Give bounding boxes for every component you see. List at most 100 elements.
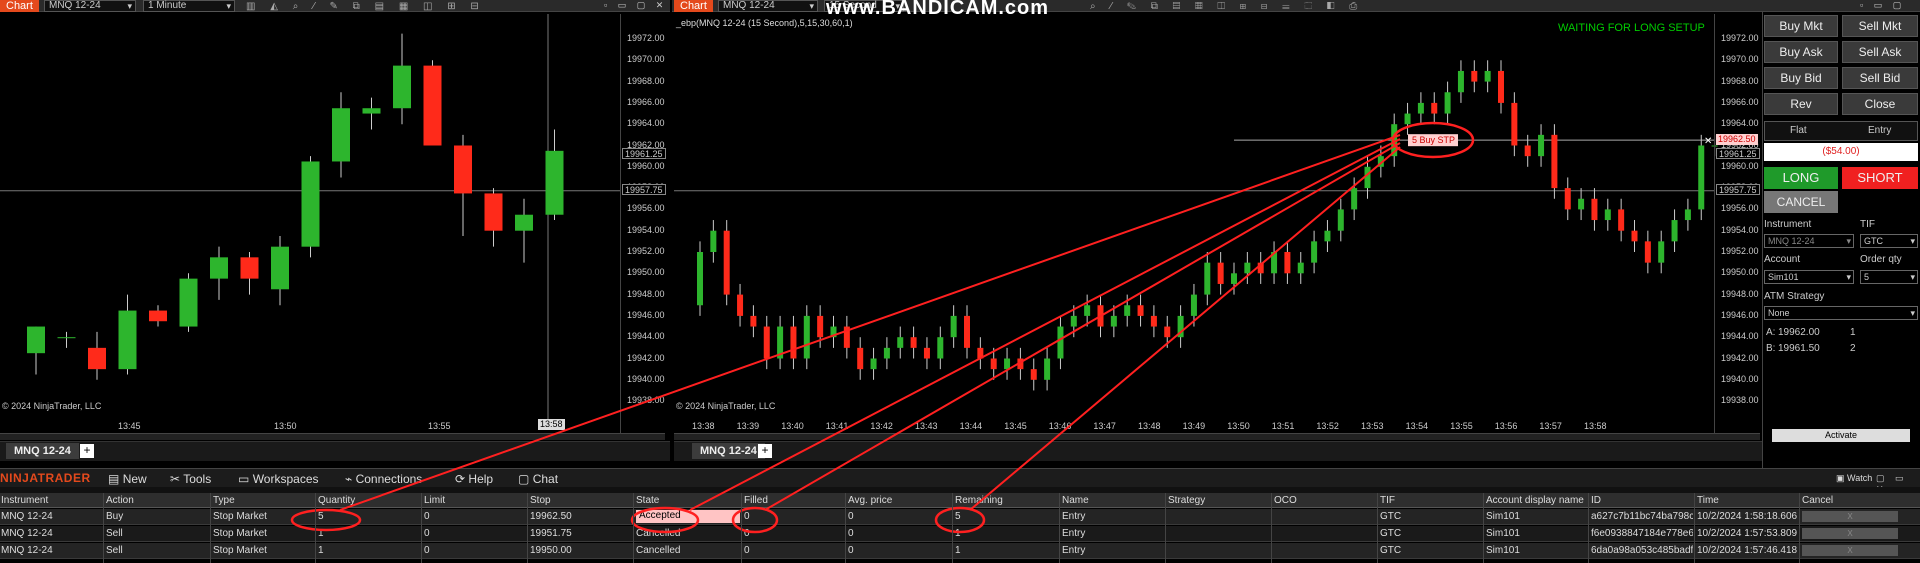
- left-candlestick-chart[interactable]: [0, 14, 670, 434]
- menu-tools[interactable]: ✂ Tools: [170, 472, 211, 486]
- tif-select[interactable]: GTC: [1860, 234, 1918, 248]
- column-header[interactable]: Instrument: [1, 495, 48, 506]
- right-y-tick: 19956.00: [1721, 203, 1759, 214]
- order-row[interactable]: MNQ 12-24 Sell Stop Market 1 0 19950.00 Cancel…: [0, 543, 1920, 559]
- right-instrument-select[interactable]: MNQ 12-24: [718, 0, 818, 12]
- left-x-axis: 13:45 13:50 13:55: [0, 418, 620, 432]
- order-cell[interactable]: X: [1802, 545, 1898, 556]
- left-y-tick: 19944.00: [627, 331, 665, 342]
- right-add-tab-button[interactable]: +: [758, 444, 772, 458]
- left-chart-area[interactable]: © 2024 NinjaTrader, LLC: [0, 14, 670, 434]
- column-header[interactable]: Action: [106, 495, 134, 506]
- right-chart-tab[interactable]: Chart: [674, 0, 713, 12]
- left-candle-body: [240, 257, 259, 279]
- tif-label: TIF: [1860, 219, 1875, 230]
- column-header[interactable]: Account display name: [1486, 495, 1584, 506]
- long-button[interactable]: LONG: [1764, 167, 1838, 189]
- order-cell: MNQ 12-24: [1, 511, 53, 522]
- atm-strategy-label: ATM Strategy: [1764, 291, 1825, 302]
- right-toolbar-icons[interactable]: ⌕ ⁄ ✎ ⧉ ▤ ▦ ◫ ⊞ ⊟ ☰ ⬚ ◧ ⎙: [1090, 1, 1363, 12]
- short-button[interactable]: SHORT: [1842, 167, 1918, 189]
- column-header[interactable]: Filled: [744, 495, 768, 506]
- left-candle-body: [332, 108, 350, 162]
- order-cell[interactable]: X: [1802, 528, 1898, 539]
- right-scrollbar[interactable]: [674, 433, 1760, 440]
- left-scrollbar[interactable]: [0, 433, 665, 440]
- right-x-tick: 13:44: [959, 421, 983, 431]
- left-y-tick: 19960.00: [627, 160, 665, 171]
- column-header[interactable]: Avg. price: [848, 495, 892, 506]
- right-candle-body: [803, 315, 810, 359]
- buy-mkt-button[interactable]: Buy Mkt: [1764, 15, 1838, 37]
- order-cell: 19962.50: [530, 511, 572, 522]
- right-candlestick-chart[interactable]: 5 Buy STP ✕: [674, 14, 1764, 434]
- order-cell: Entry: [1062, 528, 1086, 539]
- order-cell: 0: [848, 528, 854, 539]
- menu-chat-label: Chat: [532, 472, 559, 486]
- column-header[interactable]: OCO: [1274, 495, 1297, 506]
- column-header[interactable]: Limit: [424, 495, 445, 506]
- column-header[interactable]: State: [636, 495, 659, 506]
- left-toolbar-icons[interactable]: ▥ ◭ ⌕ ⁄ ✎ ⧉ ▤ ▦ ◫ ⊞ ⊟: [246, 1, 485, 12]
- right-candle-body: [870, 358, 877, 370]
- right-chart-area[interactable]: 5 Buy STP ✕ _ebp(MNQ 12-24 (15 Second),5,…: [674, 14, 1764, 434]
- menu-connections[interactable]: ⌁ Connections: [345, 472, 422, 486]
- sell-bid-button[interactable]: Sell Bid: [1842, 67, 1918, 89]
- column-separator: [1377, 493, 1378, 563]
- column-header[interactable]: Remaining: [955, 495, 1003, 506]
- left-instrument-tab[interactable]: MNQ 12-24: [6, 443, 79, 459]
- left-add-tab-button[interactable]: +: [80, 444, 94, 458]
- watch-button[interactable]: ▣ Watch: [1836, 473, 1872, 484]
- column-header[interactable]: ID: [1591, 495, 1601, 506]
- left-interval-select[interactable]: 1 Minute: [143, 0, 235, 12]
- buy-bid-button[interactable]: Buy Bid: [1764, 67, 1838, 89]
- left-chart-tab[interactable]: Chart: [0, 0, 39, 12]
- right-candle-body: [710, 230, 717, 252]
- cancel-orders-button[interactable]: CANCEL: [1764, 191, 1838, 213]
- right-x-tick: 13:45: [1004, 421, 1027, 431]
- order-cell: GTC: [1380, 511, 1402, 522]
- order-row[interactable]: MNQ 12-24 Sell Stop Market 1 0 19951.75 Cancel…: [0, 526, 1920, 542]
- column-header[interactable]: Stop: [530, 495, 551, 506]
- left-x-tick: 13:45: [118, 421, 141, 431]
- left-instrument-select[interactable]: MNQ 12-24: [44, 0, 136, 12]
- left-window-buttons[interactable]: ▫ ▭ ▢ ✕: [604, 0, 667, 11]
- order-qty-stepper[interactable]: 5: [1860, 270, 1918, 284]
- menu-workspaces[interactable]: ▭ Workspaces: [238, 472, 319, 486]
- right-candle-body: [1551, 134, 1558, 189]
- right-instrument-tabbar: [674, 441, 1764, 461]
- order-cell: MNQ 12-24: [1, 528, 53, 539]
- order-cell: Sell: [106, 528, 123, 539]
- column-header[interactable]: Name: [1062, 495, 1089, 506]
- column-header[interactable]: Type: [213, 495, 235, 506]
- right-instrument-tab[interactable]: MNQ 12-24: [692, 443, 765, 459]
- right-candle-body: [843, 326, 850, 348]
- column-header[interactable]: Strategy: [1168, 495, 1205, 506]
- reverse-button[interactable]: Rev: [1764, 93, 1838, 115]
- instrument-select[interactable]: MNQ 12-24: [1764, 234, 1854, 248]
- position-header: [1764, 121, 1918, 141]
- sell-mkt-button[interactable]: Sell Mkt: [1842, 15, 1918, 37]
- account-select[interactable]: Sim101: [1764, 270, 1854, 284]
- menu-chat[interactable]: ▢ Chat: [518, 472, 558, 486]
- right-candle-body: [1431, 102, 1438, 114]
- column-header[interactable]: Time: [1697, 495, 1719, 506]
- atm-strategy-select[interactable]: None: [1764, 306, 1918, 320]
- plug-icon: ⌁: [345, 472, 353, 486]
- order-cell[interactable]: X: [1802, 511, 1898, 522]
- tools-icon: ✂: [170, 472, 181, 486]
- column-header[interactable]: Cancel: [1802, 495, 1833, 506]
- close-position-button[interactable]: Close: [1842, 93, 1918, 115]
- order-cell: Sim101: [1486, 511, 1520, 522]
- order-row[interactable]: MNQ 12-24 Buy Stop Market 5 0 19962.50 Accepte…: [0, 509, 1920, 525]
- sell-ask-button[interactable]: Sell Ask: [1842, 41, 1918, 63]
- left-candle-body: [393, 65, 411, 109]
- activate-button[interactable]: Activate: [1772, 429, 1910, 442]
- column-header[interactable]: Quantity: [318, 495, 355, 506]
- column-header[interactable]: TIF: [1380, 495, 1395, 506]
- buy-ask-button[interactable]: Buy Ask: [1764, 41, 1838, 63]
- menu-help[interactable]: ⟳ Help: [455, 472, 493, 486]
- menu-new[interactable]: ▤ New: [108, 472, 147, 486]
- order-cell: 0: [744, 528, 750, 539]
- order-cell: Accepted: [636, 510, 740, 523]
